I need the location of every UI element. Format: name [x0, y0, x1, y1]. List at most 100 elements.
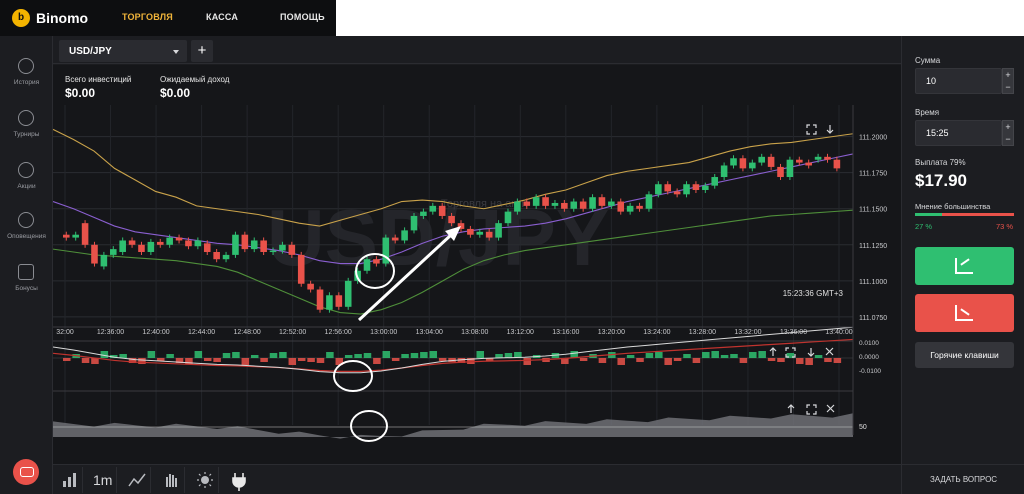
candle-down — [128, 240, 136, 245]
sidebar-item-promotions[interactable]: Акции — [0, 162, 53, 206]
macd-histogram-bar — [749, 352, 757, 358]
highlight-circle — [333, 360, 373, 392]
macd-histogram-bar — [617, 358, 625, 365]
chart-toolbar: 1m — [53, 464, 901, 494]
sidebar-item-history[interactable]: История — [0, 58, 53, 102]
candle-down — [307, 283, 314, 290]
nav-help[interactable]: ПОМОЩЬ — [280, 12, 325, 22]
candle-down — [203, 243, 211, 253]
time-increase-button[interactable]: + — [1003, 121, 1013, 133]
sidebar-item-notifications[interactable]: Оповещения — [0, 212, 53, 256]
macd-histogram-bar — [702, 352, 710, 358]
fullscreen-icon[interactable] — [806, 124, 817, 135]
time-tick-label: 32:00 — [56, 329, 74, 336]
sidebar-item-bonuses[interactable]: Бонусы — [0, 264, 53, 308]
macd-histogram-bar — [382, 351, 391, 358]
macd-histogram-bar — [288, 358, 297, 365]
candle-down — [523, 201, 531, 206]
macd-histogram-bar — [805, 358, 813, 365]
call-button[interactable] — [915, 247, 1014, 285]
macd-histogram-bar — [213, 358, 221, 362]
candle-up — [608, 201, 615, 206]
candle-up — [269, 250, 277, 253]
candle-down — [288, 244, 296, 255]
move-up-icon[interactable] — [769, 347, 777, 356]
macd-tick-label: -0.0100 — [859, 368, 881, 375]
candle-up — [683, 184, 690, 195]
close-icon[interactable] — [826, 404, 835, 413]
increase-button[interactable]: + — [1003, 69, 1013, 81]
fullscreen-icon[interactable] — [806, 404, 817, 415]
macd-histogram-bar — [401, 354, 409, 358]
hotkeys-button[interactable]: Горячие клавиши — [915, 342, 1014, 368]
nav-cashier[interactable]: КАССА — [206, 12, 238, 22]
chart-type-icon[interactable] — [55, 467, 83, 493]
chat-icon[interactable] — [13, 459, 39, 485]
collapse-icon[interactable] — [826, 125, 834, 134]
plugin-icon[interactable] — [225, 467, 253, 493]
candle-down — [391, 237, 399, 241]
candle-up — [222, 254, 230, 260]
sidebar-item-label: Оповещения — [7, 233, 46, 240]
time-tick-label: 12:40:00 — [142, 329, 169, 336]
logo[interactable]: b Binomo — [12, 8, 88, 28]
payout-label: Выплата 79% — [915, 158, 966, 167]
candle-up — [730, 158, 737, 166]
time-tick-label: 13:40:00 — [825, 329, 852, 336]
hand-icon[interactable] — [157, 467, 185, 493]
candle-up — [72, 234, 79, 238]
amount-field[interactable]: 10 — [915, 68, 1002, 94]
macd-histogram-bar — [344, 355, 353, 358]
asset-name: USD/JPY — [69, 46, 112, 57]
time-tick-label: 13:04:00 — [416, 329, 443, 336]
time-tick-label: 12:44:00 — [188, 329, 215, 336]
chart-area[interactable]: USD/JPY Торговля на акти 111.2000 111.175… — [53, 65, 901, 464]
candle-up — [655, 184, 662, 195]
time-field[interactable]: 15:25 — [915, 120, 1002, 146]
ask-question-label: ЗАДАТЬ ВОПРОС — [929, 475, 998, 484]
candle-down — [335, 295, 343, 307]
candle-down — [63, 234, 70, 238]
timeframe-button[interactable]: 1m — [89, 467, 117, 493]
candle-up — [626, 205, 634, 212]
candle-down — [796, 159, 803, 163]
add-asset-button[interactable]: + — [191, 40, 213, 62]
candle-up — [570, 201, 578, 209]
candle-down — [156, 241, 164, 245]
amount-stepper[interactable]: + − — [1002, 68, 1014, 94]
candle-up — [476, 231, 484, 235]
candle-down — [448, 215, 455, 224]
sidebar-item-label: Акции — [17, 183, 36, 190]
decrease-button[interactable]: − — [1003, 81, 1013, 93]
theme-icon[interactable] — [191, 467, 219, 493]
time-decrease-button[interactable]: − — [1003, 133, 1013, 145]
sidebar-item-tournaments[interactable]: Турниры — [0, 110, 53, 154]
oscillator-level-label: 50 — [859, 424, 867, 431]
nav-trading[interactable]: ТОРГОВЛЯ — [122, 12, 173, 22]
candle-down — [316, 289, 324, 310]
price-tick-label: 111.1000 — [859, 279, 887, 286]
macd-histogram-bar — [796, 358, 804, 364]
time-tick-label: 13:32:00 — [734, 329, 761, 336]
macd-histogram-bar — [232, 352, 240, 358]
candle-down — [438, 205, 446, 216]
macd-histogram-bar — [758, 351, 766, 358]
macd-histogram-bar — [420, 352, 428, 358]
macd-histogram-bar — [241, 358, 250, 365]
macd-histogram-bar — [824, 358, 832, 362]
macd-histogram-bar — [429, 351, 438, 358]
price-chart[interactable]: USD/JPY Торговля на акти 111.2000111.175… — [53, 65, 901, 464]
macd-histogram-bar — [692, 358, 701, 363]
price-tick-label: 111.1500 — [859, 207, 887, 214]
ask-question-button[interactable]: ЗАДАТЬ ВОПРОС — [901, 464, 1024, 494]
timeframe-label: 1m — [93, 472, 113, 488]
time-stepper[interactable]: + − — [1002, 120, 1014, 146]
price-tick-label: 111.1750 — [859, 171, 887, 178]
indicators-icon[interactable] — [123, 467, 151, 493]
close-icon[interactable] — [825, 347, 834, 356]
candle-up — [504, 211, 512, 224]
candle-up — [147, 241, 155, 253]
move-down-icon[interactable] — [807, 348, 815, 357]
put-button[interactable] — [915, 294, 1014, 332]
asset-selector[interactable]: USD/JPY — [59, 40, 187, 62]
